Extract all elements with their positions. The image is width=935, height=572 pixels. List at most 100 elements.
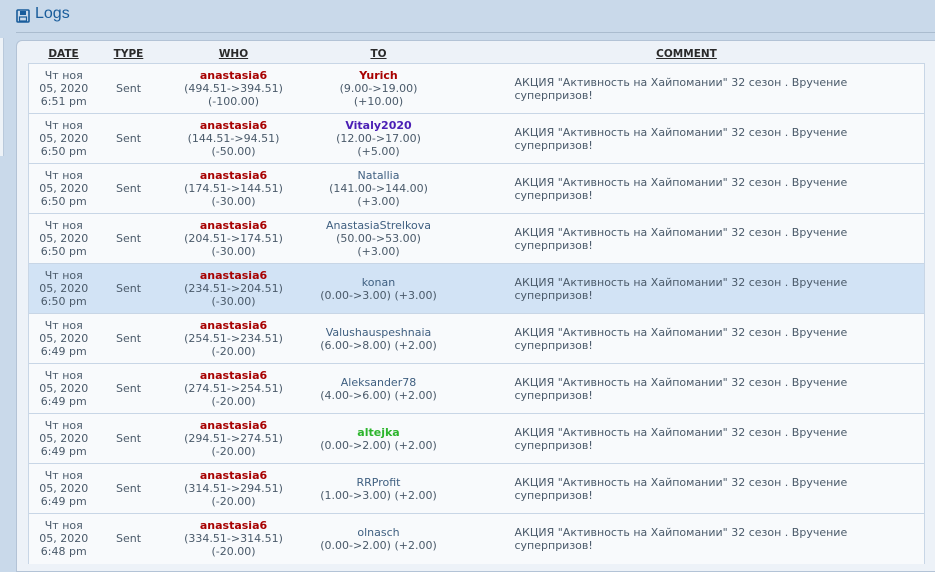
sender-username[interactable]: anastasia6 bbox=[159, 269, 309, 282]
sender-balance: (144.51->94.51) bbox=[187, 132, 280, 145]
type-cell: Sent bbox=[98, 513, 159, 564]
table-row[interactable]: Чт ноя 05, 2020 6:50 pm Sent anastasia6 (234.… bbox=[28, 263, 925, 314]
table-row[interactable]: Чт ноя 05, 2020 6:49 pm Sent anastasia6 (274.… bbox=[28, 363, 925, 414]
recipient-delta: (+2.00) bbox=[394, 488, 437, 502]
type-cell: Sent bbox=[98, 263, 159, 314]
date-weekday-month: Чт ноя bbox=[44, 219, 83, 232]
recipient-username[interactable]: Aleksander78 bbox=[309, 376, 449, 389]
sender-balance: (234.51->204.51) bbox=[184, 282, 283, 295]
date-day-year: 05, 2020 bbox=[39, 482, 89, 495]
who-cell: anastasia6 (144.51->94.51) (-50.00) bbox=[158, 113, 309, 164]
date-time: 6:49 pm bbox=[40, 345, 87, 358]
recipient-balance: (9.00->19.00) bbox=[339, 82, 418, 95]
date-cell: Чт ноя 05, 2020 6:49 pm bbox=[28, 463, 99, 514]
recipient-delta: (+3.00) bbox=[357, 195, 400, 208]
who-cell: anastasia6 (494.51->394.51) (-100.00) bbox=[158, 63, 309, 114]
recipient-balance: (6.00->8.00) bbox=[320, 338, 391, 352]
comment-cell: АКЦИЯ "Активность на Хайпомании" 32 сезо… bbox=[448, 213, 925, 264]
date-cell: Чт ноя 05, 2020 6:49 pm bbox=[28, 313, 99, 364]
recipient-username[interactable]: Vitaly2020 bbox=[309, 119, 449, 132]
recipient-delta: (+3.00) bbox=[357, 245, 400, 258]
table-row[interactable]: Чт ноя 05, 2020 6:51 pm Sent anastasia6 (494.… bbox=[28, 63, 925, 114]
sender-username[interactable]: anastasia6 bbox=[159, 119, 309, 132]
sender-username[interactable]: anastasia6 bbox=[159, 419, 309, 432]
column-header-who[interactable]: WHO bbox=[159, 45, 309, 64]
to-cell: RRProfit (1.00->3.00) (+2.00) bbox=[308, 463, 449, 514]
recipient-username[interactable]: altejka bbox=[309, 426, 449, 439]
date-day-year: 05, 2020 bbox=[39, 182, 89, 195]
date-time: 6:50 pm bbox=[40, 245, 87, 258]
header-divider bbox=[16, 32, 935, 33]
sender-balance: (314.51->294.51) bbox=[184, 482, 283, 495]
table-row[interactable]: Чт ноя 05, 2020 6:48 pm Sent anastasia6 (334.… bbox=[28, 513, 925, 564]
who-cell: anastasia6 (174.51->144.51) (-30.00) bbox=[158, 163, 309, 214]
comment-cell: АКЦИЯ "Активность на Хайпомании" 32 сезо… bbox=[448, 263, 925, 314]
table-row[interactable]: Чт ноя 05, 2020 6:50 pm Sent anastasia6 (204.… bbox=[28, 213, 925, 264]
date-day-year: 05, 2020 bbox=[39, 232, 89, 245]
recipient-balance: (1.00->3.00) bbox=[320, 488, 391, 502]
sender-delta: (-20.00) bbox=[211, 395, 256, 408]
sender-username[interactable]: anastasia6 bbox=[159, 469, 309, 482]
recipient-username[interactable]: AnastasiaStrelkova bbox=[309, 219, 449, 232]
column-header-type[interactable]: TYPE bbox=[99, 45, 159, 64]
recipient-delta: (+10.00) bbox=[353, 95, 404, 108]
date-weekday-month: Чт ноя bbox=[44, 419, 83, 432]
comment-cell: АКЦИЯ "Активность на Хайпомании" 32 сезо… bbox=[448, 163, 925, 214]
column-header-to[interactable]: TO bbox=[309, 45, 449, 64]
sender-delta: (-20.00) bbox=[211, 345, 256, 358]
type-cell: Sent bbox=[98, 413, 159, 464]
recipient-username[interactable]: Valushauspeshnaia bbox=[309, 326, 449, 339]
recipient-username[interactable]: Natallia bbox=[309, 169, 449, 182]
sender-username[interactable]: anastasia6 bbox=[159, 369, 309, 382]
to-cell: Vitaly2020 (12.00->17.00) (+5.00) bbox=[308, 113, 449, 164]
recipient-balance: (4.00->6.00) bbox=[320, 388, 391, 402]
date-time: 6:48 pm bbox=[40, 545, 87, 559]
table-row[interactable]: Чт ноя 05, 2020 6:50 pm Sent anastasia6 (174.… bbox=[28, 163, 925, 214]
date-time: 6:49 pm bbox=[40, 395, 87, 408]
type-cell: Sent bbox=[98, 63, 159, 114]
logs-panel: DATE TYPE WHO TO COMMENT Чт ноя 05, 2020 6… bbox=[16, 40, 935, 572]
who-cell: anastasia6 (254.51->234.51) (-20.00) bbox=[158, 313, 309, 364]
recipient-balance: (12.00->17.00) bbox=[336, 132, 421, 145]
recipient-username[interactable]: Yurich bbox=[309, 69, 449, 82]
recipient-balance: (0.00->2.00) bbox=[320, 538, 391, 552]
sender-username[interactable]: anastasia6 bbox=[159, 519, 309, 532]
date-cell: Чт ноя 05, 2020 6:51 pm bbox=[28, 63, 99, 114]
table-row[interactable]: Чт ноя 05, 2020 6:49 pm Sent anastasia6 (254.… bbox=[28, 313, 925, 364]
table-body: Чт ноя 05, 2020 6:51 pm Sent anastasia6 (494.… bbox=[28, 63, 925, 564]
recipient-username[interactable]: olnasch bbox=[309, 526, 449, 539]
date-day-year: 05, 2020 bbox=[39, 282, 89, 295]
recipient-balance: (0.00->3.00) bbox=[320, 288, 391, 302]
date-time: 6:50 pm bbox=[40, 195, 87, 208]
column-header-comment[interactable]: COMMENT bbox=[449, 45, 925, 64]
date-cell: Чт ноя 05, 2020 6:48 pm bbox=[28, 513, 99, 564]
sender-balance: (494.51->394.51) bbox=[184, 82, 283, 95]
comment-cell: АКЦИЯ "Активность на Хайпомании" 32 сезо… bbox=[448, 363, 925, 414]
to-cell: olnasch (0.00->2.00) (+2.00) bbox=[308, 513, 449, 564]
floppy-disk-icon bbox=[16, 9, 30, 23]
who-cell: anastasia6 (334.51->314.51) (-20.00) bbox=[158, 513, 309, 564]
date-weekday-month: Чт ноя bbox=[44, 269, 83, 282]
type-cell: Sent bbox=[98, 313, 159, 364]
recipient-delta: (+2.00) bbox=[394, 438, 437, 452]
date-cell: Чт ноя 05, 2020 6:49 pm bbox=[28, 363, 99, 414]
sender-username[interactable]: anastasia6 bbox=[159, 319, 309, 332]
table-row[interactable]: Чт ноя 05, 2020 6:49 pm Sent anastasia6 (294.… bbox=[28, 413, 925, 464]
date-day-year: 05, 2020 bbox=[39, 382, 89, 395]
date-time: 6:49 pm bbox=[40, 445, 87, 458]
recipient-username[interactable]: RRProfit bbox=[309, 476, 449, 489]
column-header-date[interactable]: DATE bbox=[29, 45, 99, 64]
sender-username[interactable]: anastasia6 bbox=[159, 169, 309, 182]
date-day-year: 05, 2020 bbox=[39, 532, 89, 546]
comment-cell: АКЦИЯ "Активность на Хайпомании" 32 сезо… bbox=[448, 513, 925, 564]
who-cell: anastasia6 (234.51->204.51) (-30.00) bbox=[158, 263, 309, 314]
date-time: 6:50 pm bbox=[40, 295, 87, 308]
recipient-delta: (+2.00) bbox=[394, 388, 437, 402]
logs-table: DATE TYPE WHO TO COMMENT Чт ноя 05, 2020 6… bbox=[28, 45, 925, 564]
sender-username[interactable]: anastasia6 bbox=[159, 69, 309, 82]
recipient-username[interactable]: konan bbox=[309, 276, 449, 289]
table-row[interactable]: Чт ноя 05, 2020 6:49 pm Sent anastasia6 (314.… bbox=[28, 463, 925, 514]
table-row[interactable]: Чт ноя 05, 2020 6:50 pm Sent anastasia6 (144.… bbox=[28, 113, 925, 164]
sender-username[interactable]: anastasia6 bbox=[159, 219, 309, 232]
date-day-year: 05, 2020 bbox=[39, 432, 89, 445]
